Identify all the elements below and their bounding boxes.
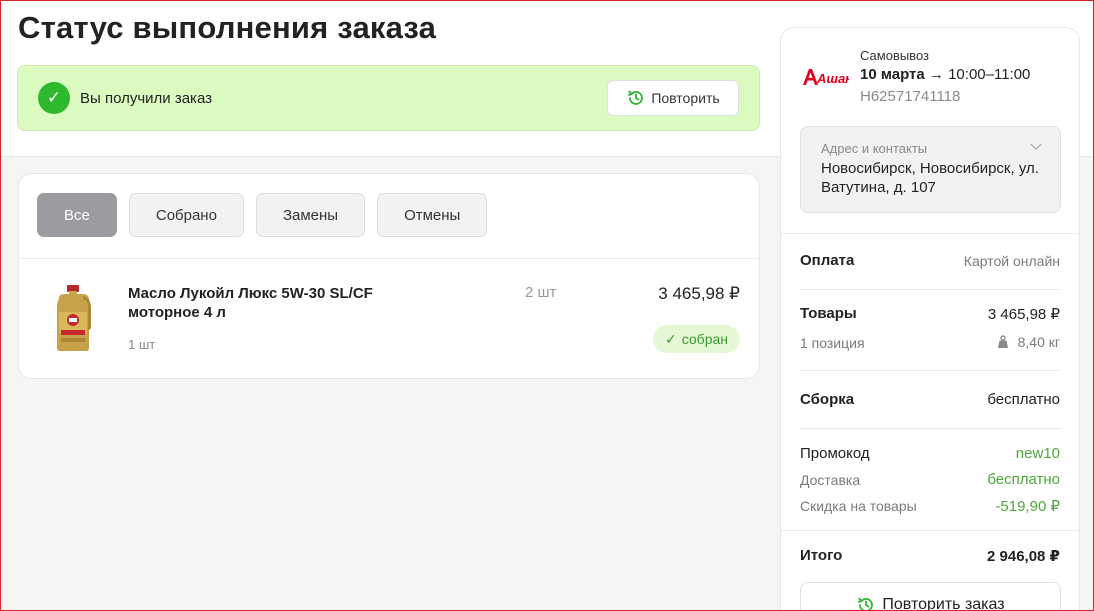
product-name[interactable]: Масло Лукойл Люкс 5W-30 SL/CF моторное 4… (128, 284, 408, 322)
store-logo: Ашан (801, 66, 853, 88)
total-label: Итого (800, 547, 843, 564)
history-icon (856, 595, 876, 611)
chevron-down-icon (1030, 139, 1042, 154)
pickup-date: 10 марта (860, 66, 925, 83)
collected-badge: ✓ собран (653, 325, 740, 353)
history-icon (626, 88, 646, 108)
delivery-label: Доставка (800, 472, 861, 488)
order-summary-panel: Ашан Самовывоз 10 марта → 10:00–11:00 H6… (780, 27, 1080, 611)
assembly-value: бесплатно (987, 391, 1060, 408)
divider (800, 428, 1061, 429)
discount-label: Скидка на товары (800, 498, 917, 514)
divider (800, 289, 1061, 290)
delivery-value: бесплатно (987, 471, 1060, 488)
repeat-order-label: Повторить заказ (882, 596, 1005, 611)
product-price: 3 465,98 ₽ (658, 284, 740, 303)
discount-value: -519,90 ₽ (995, 498, 1060, 515)
repeat-order-button[interactable]: Повторить заказ (800, 582, 1061, 611)
tab-cancelled[interactable]: Отмены (377, 193, 488, 237)
tab-collected[interactable]: Собрано (128, 193, 244, 237)
address-value: Новосибирск, Новосибирск, ул. Ватутина, … (821, 160, 1039, 196)
order-status-text: Вы получили заказ (80, 89, 212, 107)
repeat-button[interactable]: Повторить (607, 80, 739, 116)
divider (781, 530, 1079, 531)
check-icon: ✓ (38, 82, 70, 114)
promo-label: Промокод (800, 445, 870, 462)
address-dropdown[interactable]: Адрес и контакты Новосибирск, Новосибирс… (800, 126, 1061, 213)
tab-all[interactable]: Все (37, 193, 117, 237)
divider (781, 233, 1079, 234)
payment-label: Оплата (800, 252, 855, 269)
page-title: Статус выполнения заказа (18, 10, 437, 45)
arrow-right-icon: → (928, 66, 944, 83)
tab-replacements[interactable]: Замены (255, 193, 366, 237)
order-items-card: Все Собрано Замены Отмены Масло Лукойл Л… (18, 173, 760, 379)
product-image[interactable] (39, 282, 107, 354)
weight-text: 8,40 кг (1017, 334, 1060, 350)
delivery-type: Самовывоз (860, 48, 929, 63)
positions-count: 1 позиция (800, 335, 865, 351)
weight-value: 8,40 кг (996, 334, 1060, 352)
order-status-banner: ✓ Вы получили заказ Повторить (17, 65, 760, 131)
assembly-label: Сборка (800, 391, 855, 408)
pickup-slot: 10:00–11:00 (948, 66, 1031, 83)
divider (800, 370, 1061, 371)
collected-badge-label: собран (681, 331, 728, 347)
payment-value: Картой онлайн (963, 253, 1060, 269)
address-caption: Адрес и контакты (821, 141, 928, 156)
product-unit: 1 шт (128, 337, 156, 352)
goods-label: Товары (800, 305, 857, 322)
goods-value: 3 465,98 ₽ (987, 306, 1060, 323)
promo-value: new10 (1015, 445, 1060, 462)
pickup-time: 10 марта → 10:00–11:00 (860, 66, 1030, 83)
svg-text:Ашан: Ашан (816, 71, 849, 86)
product-quantity: 2 шт (525, 284, 557, 301)
filter-tabs: Все Собрано Замены Отмены (37, 193, 488, 237)
divider (19, 258, 759, 259)
repeat-button-label: Повторить (651, 90, 720, 106)
total-value: 2 946,08 ₽ (987, 548, 1060, 565)
check-icon: ✓ (665, 330, 677, 347)
order-number: H62571741118 (860, 88, 961, 105)
weight-icon (996, 335, 1010, 352)
